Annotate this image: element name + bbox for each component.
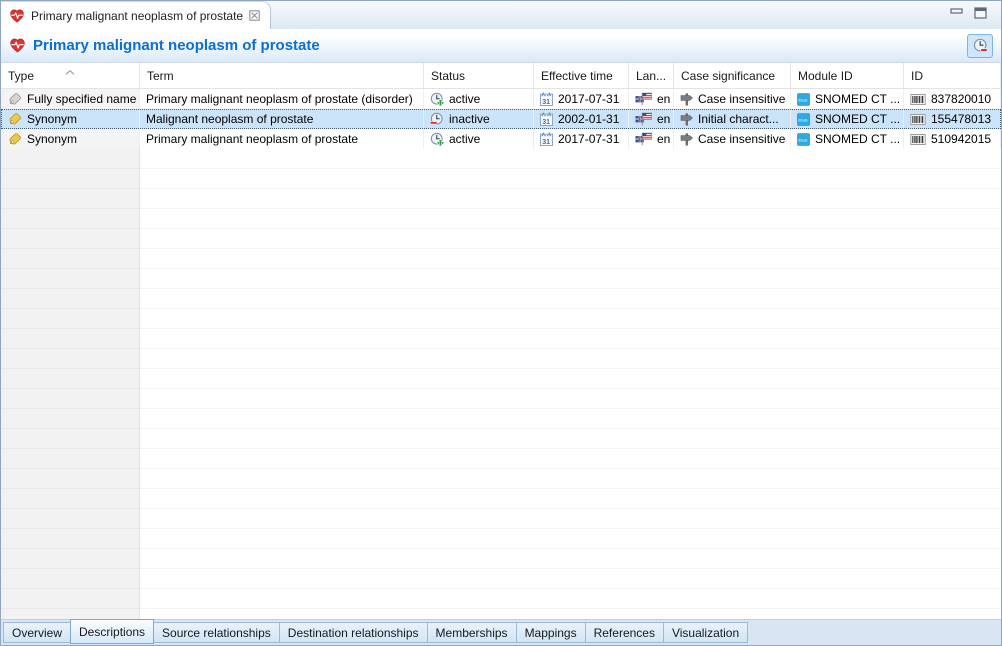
column-header-case-significance[interactable]: Case significance — [674, 63, 791, 88]
table-empty-area[interactable] — [1, 149, 1001, 619]
ihtsdo-module-icon — [797, 93, 810, 106]
us-uk-flags-icon — [635, 112, 652, 126]
close-tab-icon[interactable] — [249, 10, 260, 21]
tab-descriptions[interactable]: Descriptions — [70, 619, 154, 644]
table-row-synonym[interactable]: Synonym Primary malignant neoplasm of pr… — [1, 129, 1001, 149]
column-header-type[interactable]: Type — [1, 63, 140, 88]
yellow-tag-icon — [7, 112, 22, 127]
calendar-31-icon — [540, 92, 553, 106]
tab-memberships[interactable]: Memberships — [427, 622, 517, 643]
signpost-icon — [680, 112, 693, 126]
tab-mappings[interactable]: Mappings — [516, 622, 586, 643]
heart-pulse-icon — [9, 37, 26, 54]
sort-ascending-icon — [65, 64, 75, 78]
clock-plus-icon — [430, 92, 444, 106]
column-header-id[interactable]: ID — [904, 63, 1001, 88]
tab-overview[interactable]: Overview — [3, 622, 71, 643]
table-header-row: Type Term Status Effective time Lan... C… — [1, 63, 1001, 89]
tab-source-relationships[interactable]: Source relationships — [153, 622, 280, 643]
us-uk-flags-icon — [635, 132, 652, 146]
signpost-icon — [680, 92, 693, 106]
ihtsdo-module-icon — [797, 133, 810, 146]
table-row-synonym-selected[interactable]: Synonym Malignant neoplasm of prostate i… — [1, 109, 1001, 129]
signpost-icon — [680, 132, 693, 146]
clock-plus-icon — [430, 132, 444, 146]
concept-editor-window: Primary malignant neoplasm of prostate — [0, 0, 1002, 646]
view-controls — [950, 1, 1001, 29]
page-title: Primary malignant neoplasm of prostate — [33, 37, 320, 54]
calendar-31-icon — [540, 132, 553, 146]
descriptions-table: Type Term Status Effective time Lan... C… — [1, 63, 1001, 619]
editor-page-tab-bar: Overview Descriptions Source relationshi… — [1, 619, 1001, 645]
barcode-icon — [910, 114, 926, 125]
us-uk-flags-icon — [635, 92, 652, 106]
table-row-fsn[interactable]: Fully specified name Primary malignant n… — [1, 89, 1001, 109]
column-header-module-id[interactable]: Module ID — [791, 63, 904, 88]
editor-tab-label: Primary malignant neoplasm of prostate — [31, 9, 243, 23]
minimize-view-icon[interactable] — [950, 7, 964, 16]
yellow-tag-icon — [7, 132, 22, 147]
editor-tab-primary-malignant-neoplasm[interactable]: Primary malignant neoplasm of prostate — [1, 1, 271, 29]
grey-tag-icon — [7, 92, 22, 107]
tab-references[interactable]: References — [585, 622, 664, 643]
column-header-term[interactable]: Term — [140, 63, 424, 88]
column-header-language[interactable]: Lan... — [629, 63, 674, 88]
barcode-icon — [910, 134, 926, 145]
maximize-view-icon[interactable] — [974, 7, 987, 19]
concept-header: Primary malignant neoplasm of prostate — [1, 29, 1001, 63]
column-header-effective-time[interactable]: Effective time — [534, 63, 629, 88]
calendar-31-icon — [540, 112, 553, 126]
tab-visualization[interactable]: Visualization — [663, 622, 748, 643]
ihtsdo-module-icon — [797, 113, 810, 126]
clock-minus-icon — [430, 112, 444, 126]
tab-destination-relationships[interactable]: Destination relationships — [279, 622, 428, 643]
editor-tab-bar: Primary malignant neoplasm of prostate — [1, 1, 1001, 29]
history-toggle-button[interactable] — [967, 34, 993, 58]
column-header-status[interactable]: Status — [424, 63, 534, 88]
barcode-icon — [910, 94, 926, 105]
heart-pulse-icon — [9, 8, 25, 24]
